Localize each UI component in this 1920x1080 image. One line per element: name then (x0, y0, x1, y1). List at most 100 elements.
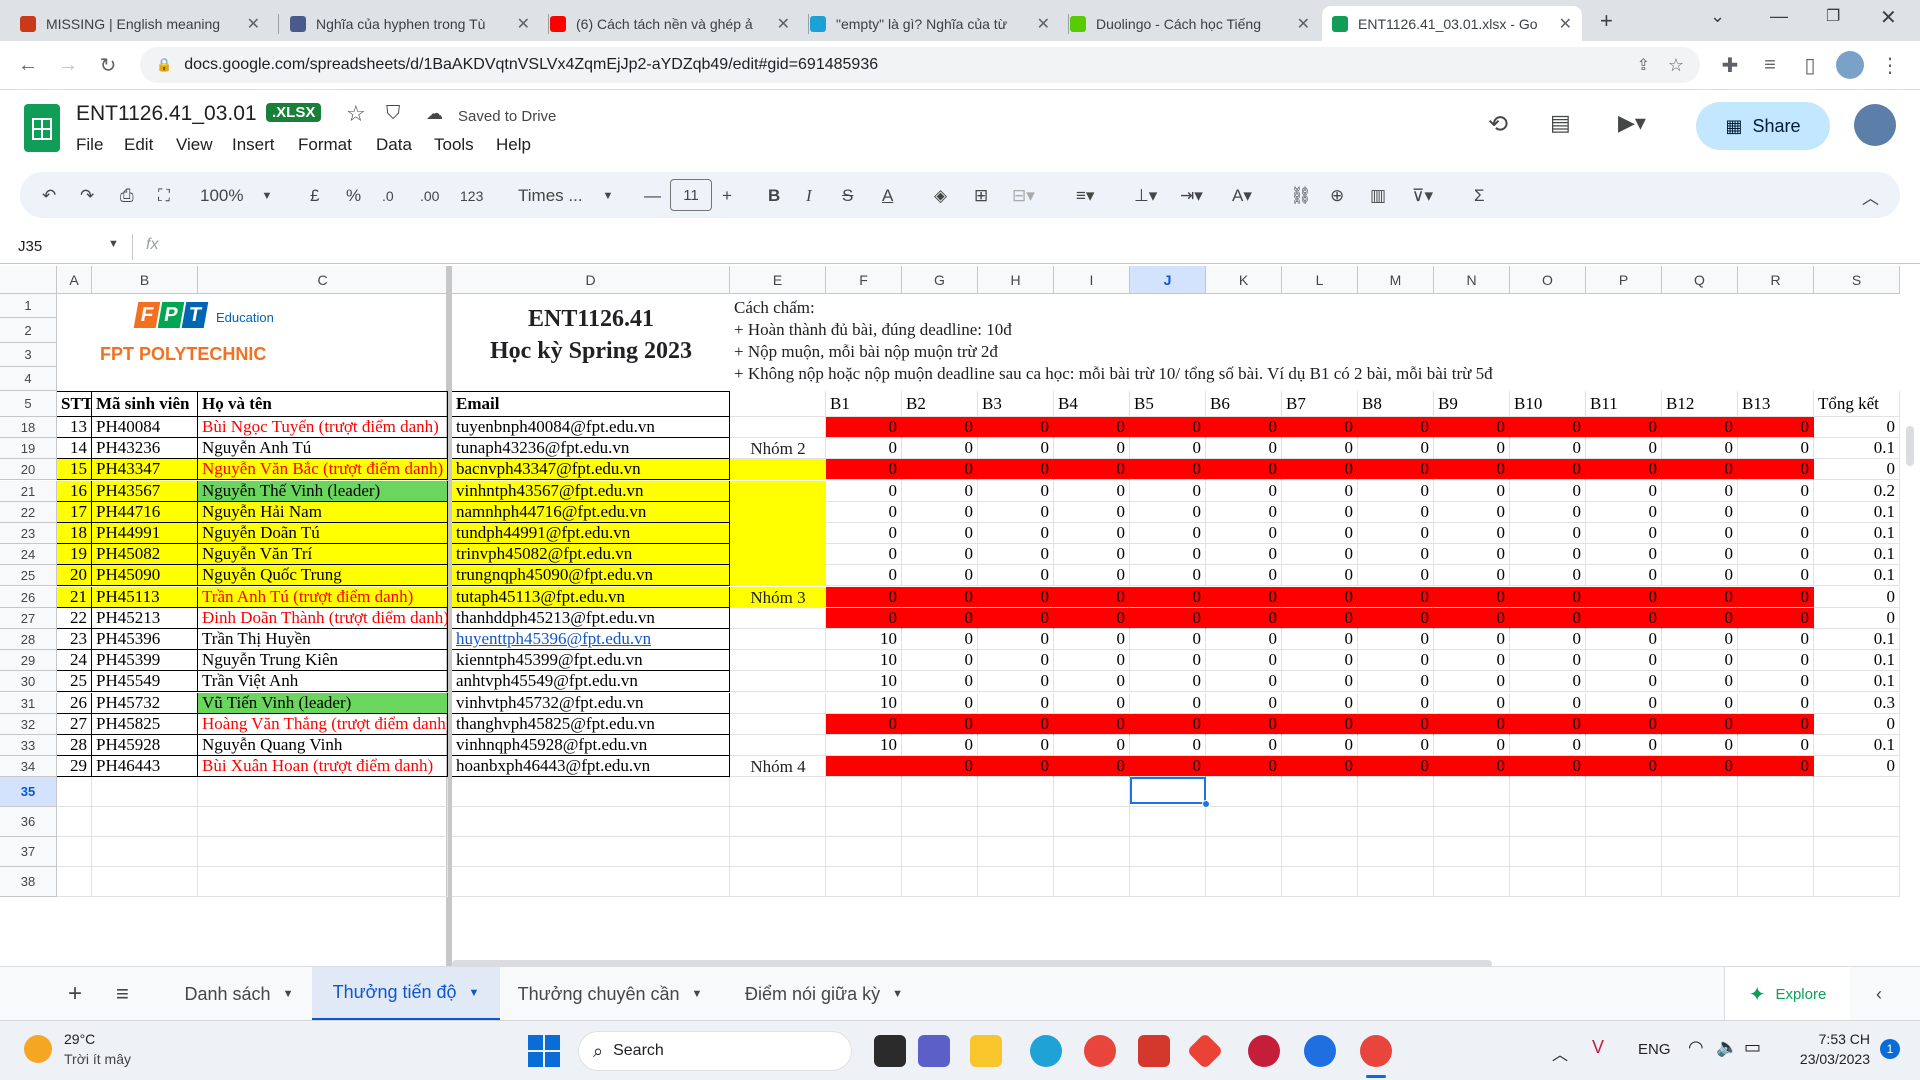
clock-time[interactable]: 7:53 CH (1790, 1031, 1870, 1047)
dev-cpp-icon[interactable] (1248, 1035, 1280, 1067)
score-cell[interactable]: 0 (978, 629, 1054, 650)
score-cell[interactable]: 0 (826, 565, 902, 586)
score-cell[interactable]: 0 (1738, 693, 1814, 714)
tab-close-icon[interactable]: ✕ (247, 14, 260, 34)
score-cell[interactable]: 0 (1130, 459, 1206, 480)
empty-cell[interactable] (826, 837, 902, 867)
score-cell[interactable]: 0 (978, 587, 1054, 608)
score-cell[interactable]: 0 (978, 459, 1054, 480)
column-header[interactable]: O (1510, 266, 1586, 294)
empty-cell[interactable] (1586, 867, 1662, 897)
score-cell[interactable]: 0 (1738, 714, 1814, 735)
student-id-cell[interactable]: PH45732 (92, 693, 198, 714)
empty-cell[interactable] (452, 867, 730, 897)
score-cell[interactable]: 0 (1130, 608, 1206, 629)
score-cell[interactable]: 0 (1586, 565, 1662, 586)
score-cell[interactable]: 0 (1586, 629, 1662, 650)
chevron-down-icon[interactable]: ▼ (283, 988, 294, 1000)
score-cell[interactable]: 0 (1054, 756, 1130, 777)
task-view-icon[interactable] (874, 1035, 906, 1067)
font-size-decrease-button[interactable]: — (644, 185, 661, 207)
empty-cell[interactable] (92, 777, 198, 807)
score-cell[interactable]: 0 (1358, 735, 1434, 756)
email-cell[interactable]: thanghvph45825@fpt.edu.vn (452, 714, 730, 735)
score-cell[interactable]: 0 (978, 714, 1054, 735)
email-cell[interactable]: kienntph45399@fpt.edu.vn (452, 650, 730, 671)
score-cell[interactable]: 0 (1282, 629, 1358, 650)
empty-cell[interactable] (57, 777, 92, 807)
paint-format-icon[interactable]: ⛶ (158, 185, 170, 207)
score-cell[interactable]: 0 (902, 650, 978, 671)
score-cell[interactable]: 0 (1662, 481, 1738, 502)
email-cell[interactable]: vinhnqph45928@fpt.edu.vn (452, 735, 730, 756)
score-cell[interactable]: 0 (902, 735, 978, 756)
media-control-icon[interactable]: ≡ (1756, 51, 1784, 79)
battery-icon[interactable]: ▭ (1744, 1037, 1761, 1058)
weather-desc[interactable]: Trời ít mây (64, 1051, 131, 1067)
score-cell[interactable]: 0 (1054, 693, 1130, 714)
score-cell[interactable]: 0 (1510, 693, 1586, 714)
student-id-cell[interactable]: PH45399 (92, 650, 198, 671)
empty-cell[interactable] (902, 777, 978, 807)
empty-cell[interactable] (826, 867, 902, 897)
score-cell[interactable]: 0 (1206, 481, 1282, 502)
score-cell[interactable]: 0 (1662, 459, 1738, 480)
row-header[interactable]: 27 (0, 608, 57, 629)
email-cell[interactable]: bacnvph43347@fpt.edu.vn (452, 459, 730, 480)
acrobat-icon[interactable] (1138, 1035, 1170, 1067)
score-cell[interactable]: 0 (1206, 523, 1282, 544)
empty-cell[interactable] (1662, 867, 1738, 897)
student-id-cell[interactable]: PH43567 (92, 481, 198, 502)
score-cell[interactable]: 0 (826, 502, 902, 523)
stt-cell[interactable]: 27 (57, 714, 92, 735)
score-cell[interactable]: 0 (902, 544, 978, 565)
borders-icon[interactable]: ⊞ (974, 185, 988, 207)
score-cell[interactable]: 0 (1206, 502, 1282, 523)
total-cell[interactable]: 0 (1814, 608, 1900, 629)
spreadsheet-grid[interactable]: A B C D E F G H I J K L M N O P Q R S 1 2 3 4 5 F P T Education FPT … (0, 266, 1920, 966)
total-cell[interactable]: 0.1 (1814, 735, 1900, 756)
email-cell[interactable]: vinhntph43567@fpt.edu.vn (452, 481, 730, 502)
tab-search-chevron-icon[interactable]: ⌄ (1710, 6, 1725, 27)
table-header-cell[interactable]: B1 (826, 391, 902, 417)
row-header[interactable]: 36 (0, 807, 57, 837)
stt-cell[interactable]: 25 (57, 671, 92, 692)
stt-cell[interactable]: 17 (57, 502, 92, 523)
score-cell[interactable]: 0 (1054, 587, 1130, 608)
score-cell[interactable]: 0 (1206, 544, 1282, 565)
empty-cell[interactable] (92, 867, 198, 897)
score-cell[interactable]: 0 (1586, 502, 1662, 523)
score-cell[interactable]: 0 (1282, 671, 1358, 692)
empty-cell[interactable] (902, 807, 978, 837)
score-cell[interactable]: 0 (902, 481, 978, 502)
cloud-saved-icon[interactable]: ☁ (426, 104, 443, 124)
group-cell[interactable] (730, 544, 826, 565)
score-cell[interactable]: 0 (1282, 523, 1358, 544)
row-header[interactable]: 37 (0, 837, 57, 867)
score-cell[interactable]: 0 (1434, 544, 1510, 565)
merge-cells-icon[interactable]: ⊟▾ (1012, 185, 1035, 207)
empty-cell[interactable] (1206, 867, 1282, 897)
score-cell[interactable]: 0 (1738, 756, 1814, 777)
row-header[interactable]: 22 (0, 502, 57, 523)
score-cell[interactable]: 0 (1738, 587, 1814, 608)
student-name-cell[interactable]: Nguyễn Quang Vinh (198, 735, 448, 756)
score-cell[interactable]: 0 (978, 671, 1054, 692)
student-name-cell[interactable]: Hoàng Văn Thắng (trượt điểm danh) (198, 714, 448, 735)
total-cell[interactable]: 0 (1814, 714, 1900, 735)
email-cell[interactable]: tundph44991@fpt.edu.vn (452, 523, 730, 544)
weather-sun-icon[interactable] (24, 1035, 52, 1063)
score-cell[interactable]: 0 (1282, 565, 1358, 586)
empty-cell[interactable] (1054, 867, 1130, 897)
row-header[interactable]: 5 (0, 391, 57, 417)
score-cell[interactable]: 0 (1662, 544, 1738, 565)
total-cell[interactable]: 0 (1814, 417, 1900, 438)
row-header[interactable]: 20 (0, 459, 57, 480)
empty-cell[interactable] (92, 837, 198, 867)
column-header[interactable]: B (92, 266, 198, 294)
score-cell[interactable]: 0 (1130, 417, 1206, 438)
new-tab-button[interactable]: + (1600, 8, 1613, 34)
score-cell[interactable]: 0 (902, 587, 978, 608)
empty-cell[interactable] (198, 867, 448, 897)
score-cell[interactable]: 0 (1206, 587, 1282, 608)
